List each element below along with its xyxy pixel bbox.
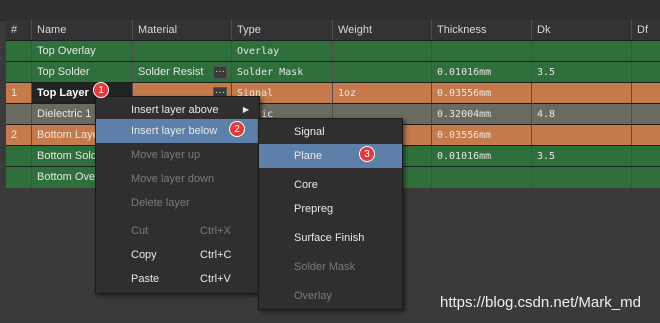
row-num: 2 [6,125,32,146]
submenu-item-overlay[interactable]: Overlay [259,284,402,308]
menu-item-label: Paste [131,273,160,285]
row-material[interactable] [133,41,232,62]
menu-item-move-down[interactable]: Move layer down [96,167,259,191]
row-type[interactable]: Overlay [232,41,333,62]
col-header-weight[interactable]: Weight [333,20,432,41]
row-dk[interactable] [532,41,632,62]
submenu-item-solder-mask[interactable]: Solder Mask [259,255,402,279]
step-badge-1: 1 [93,82,109,98]
row-weight[interactable]: 1oz [333,83,432,104]
row-df[interactable] [632,41,660,62]
row-df[interactable] [632,146,660,167]
top-toolbar [0,0,660,21]
row-thickness[interactable]: 0.03556mm [432,83,532,104]
row-thickness[interactable]: 0.01016mm [432,146,532,167]
row-dk[interactable]: 3.5 [532,146,632,167]
step-badge-3: 3 [359,146,375,162]
menu-item-label: Signal [294,126,325,138]
menu-item-delete[interactable]: Delete layer [96,191,259,215]
col-header-dk[interactable]: Dk [532,20,632,41]
menu-item-label: Copy [131,249,157,261]
submenu-item-plane[interactable]: Plane [259,144,402,168]
menu-item-label: Surface Finish [294,232,365,244]
row-name[interactable]: Top Overlay [32,41,133,62]
row-num [6,41,32,62]
material-picker-button[interactable]: ··· [213,66,227,79]
submenu-item-prepreg[interactable]: Prepreg [259,197,402,221]
menu-item-shortcut: Ctrl+C [200,249,232,261]
row-type[interactable]: Solder Mask [232,62,333,83]
table-header: # Name Material Type Weight Thickness Dk… [6,20,660,42]
step-badge-2: 2 [229,121,245,137]
menu-item-label: Delete layer [131,197,190,209]
menu-item-label: Insert layer below [131,125,218,137]
row-name[interactable]: Top Solder [32,62,133,83]
menu-item-label: Overlay [294,290,332,302]
submenu-item-surface-finish[interactable]: Surface Finish [259,226,402,250]
row-dk[interactable] [532,167,632,188]
menu-item-label: Core [294,179,318,191]
row-dk[interactable]: 3.5 [532,62,632,83]
menu-item-copy[interactable]: Copy Ctrl+C [96,243,259,267]
menu-item-label: Move layer down [131,173,215,185]
col-header-material[interactable]: Material [133,20,232,41]
menu-item-cut[interactable]: Cut Ctrl+X [96,219,259,243]
watermark-text: https://blog.csdn.net/Mark_md [440,294,641,311]
row-dk[interactable] [532,125,632,146]
col-header-thickness[interactable]: Thickness [432,20,532,41]
insert-submenu: Signal Plane Core Prepreg Surface Finish… [258,118,403,310]
col-header-df[interactable]: Df [632,20,660,41]
menu-item-paste[interactable]: Paste Ctrl+V [96,267,259,291]
row-thickness[interactable]: 0.01016mm [432,62,532,83]
row-num [6,146,32,167]
submenu-item-core[interactable]: Core [259,173,402,197]
row-num [6,167,32,188]
menu-item-label: Prepreg [294,203,334,215]
table-row[interactable]: Top Overlay Overlay [6,40,660,62]
row-thickness[interactable] [432,41,532,62]
menu-item-move-up[interactable]: Move layer up [96,143,259,167]
row-thickness[interactable] [432,167,532,188]
table-row[interactable]: Top Solder Solder Resist ··· Solder Mask… [6,61,660,83]
row-weight[interactable] [333,62,432,83]
row-num: 1 [6,83,32,104]
row-num [6,62,32,83]
row-df[interactable] [632,104,660,125]
row-weight[interactable] [333,41,432,62]
menu-item-label: Solder Mask [294,261,356,273]
col-header-num[interactable]: # [6,20,32,41]
menu-item-label: Move layer up [131,149,201,161]
submenu-item-signal[interactable]: Signal [259,120,402,144]
row-df[interactable] [632,125,660,146]
row-df[interactable] [632,83,660,104]
menu-item-label: Plane [294,150,323,162]
row-thickness[interactable]: 0.32004mm [432,104,532,125]
menu-item-label: Cut [131,225,149,237]
menu-item-shortcut: Ctrl+V [200,273,231,285]
row-dk[interactable]: 4.8 [532,104,632,125]
row-material[interactable]: Solder Resist ··· [133,62,232,83]
row-num [6,104,32,125]
menu-item-shortcut: Ctrl+X [200,225,231,237]
row-dk[interactable] [532,83,632,104]
row-df[interactable] [632,167,660,188]
col-header-name[interactable]: Name [32,20,133,41]
row-material-text: Solder Resist [138,66,204,78]
row-df[interactable] [632,62,660,83]
col-header-type[interactable]: Type [232,20,333,41]
row-thickness[interactable]: 0.03556mm [432,125,532,146]
